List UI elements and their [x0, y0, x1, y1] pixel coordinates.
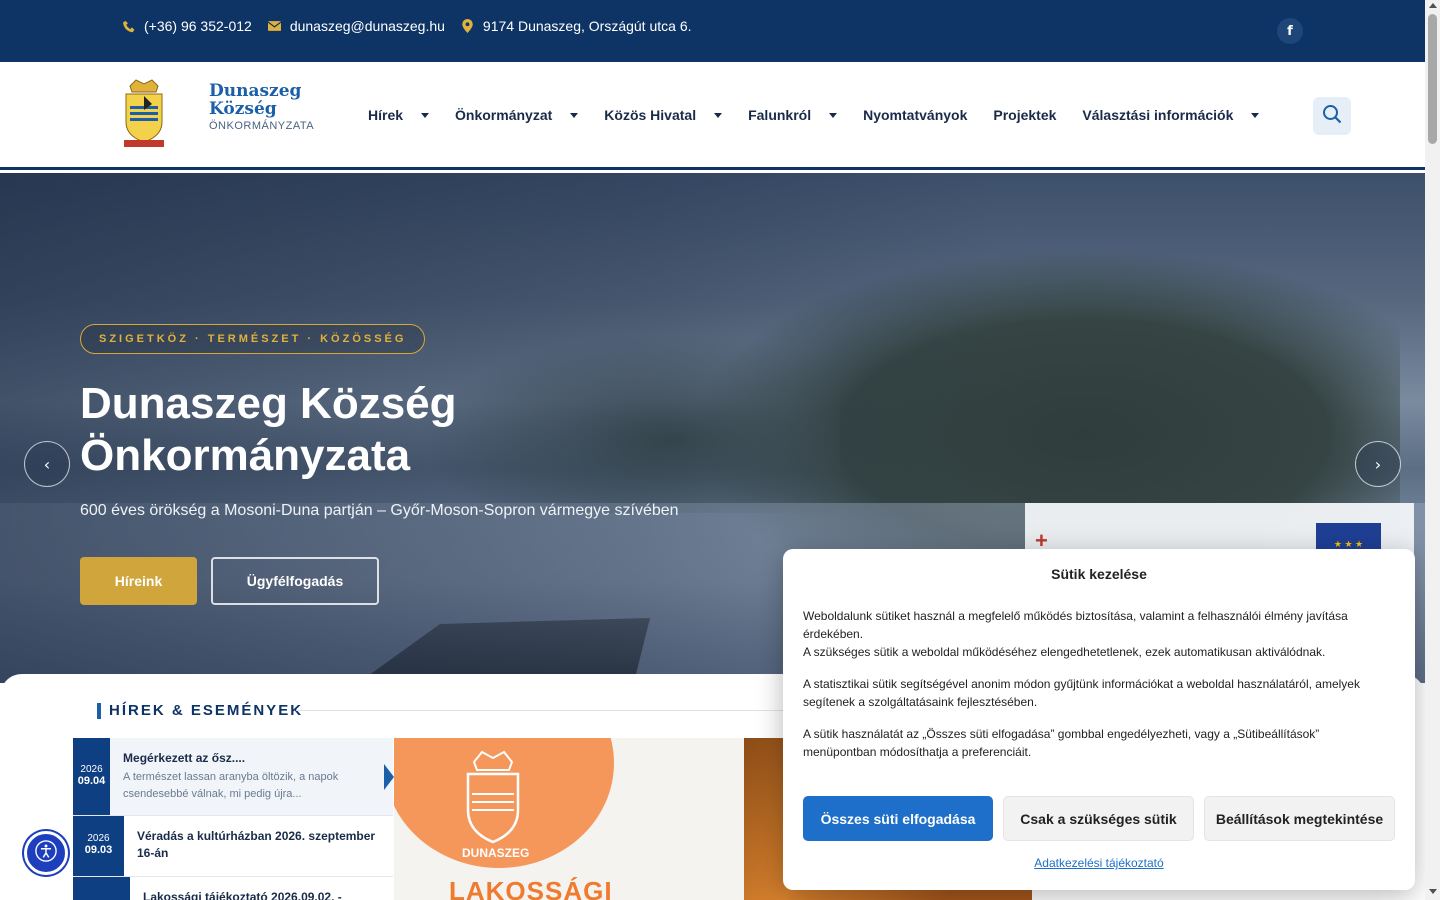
nav-item-kozos-hivatal[interactable]: Közös Hivatal — [604, 107, 723, 123]
brand-line2: Község — [209, 99, 277, 119]
caret-down-icon — [829, 112, 838, 118]
cookie-text-1: Weboldalunk sütiket használ a megfelelő … — [803, 609, 1348, 641]
nav-item-hirek[interactable]: Hírek — [368, 107, 430, 123]
necessary-cookies-button[interactable]: Csak a szükséges sütik — [1003, 796, 1194, 841]
news-list-item[interactable]: 2026 09.04 Megérkezett az ősz.... A term… — [73, 738, 393, 816]
nav-label: Projektek — [993, 107, 1057, 123]
nav-item-onkormanyzat[interactable]: Önkormányzat — [455, 107, 579, 123]
cookie-consent-dialog: Sütik kezelése Weboldalunk sütiket haszn… — [783, 549, 1415, 890]
facebook-icon[interactable]: f — [1277, 18, 1303, 44]
contact-info: (+36) 96 352-012 dunaszeg@dunaszeg.hu 91… — [122, 18, 692, 34]
news-date — [73, 877, 130, 900]
accessibility-icon — [35, 839, 57, 867]
news-title: Lakossági tájékoztató 2026.09.02. - — [143, 890, 342, 900]
search-icon — [1322, 104, 1342, 129]
coat-of-arms-icon — [462, 748, 524, 848]
news-list-item[interactable]: Lakossági tájékoztató 2026.09.02. - — [73, 877, 393, 900]
news-day: 09.04 — [77, 775, 106, 787]
cookie-text-3: A sütik használatát az „Összes süti elfo… — [803, 727, 1320, 759]
phone-icon — [122, 20, 136, 33]
coat-of-arms-logo[interactable] — [122, 78, 166, 148]
cookie-text-1b: A szükséges sütik a weboldal működéséhez… — [803, 645, 1326, 659]
cookie-text-2: A statisztikai sütik segítségével anonim… — [803, 677, 1360, 709]
news-title: Megérkezett az ősz.... — [123, 751, 246, 765]
news-list-item[interactable]: 2026 09.03 Véradás a kultúrházban 2026. … — [73, 816, 393, 877]
caret-down-icon — [1251, 112, 1260, 118]
nav-label: Nyomtatványok — [863, 107, 968, 123]
scroll-up-icon[interactable] — [1429, 3, 1437, 8]
news-list: 2026 09.04 Megérkezett az ősz.... A term… — [73, 738, 393, 900]
map-pin-icon — [461, 19, 475, 33]
hero-subtitle: 600 éves örökség a Mosoni-Duna partján –… — [80, 502, 679, 519]
nav-label: Közös Hivatal — [604, 107, 697, 123]
top-bar: (+36) 96 352-012 dunaszeg@dunaszeg.hu 91… — [0, 0, 1425, 62]
nav-label: Hírek — [368, 107, 404, 123]
card-brand-text: DUNASZEG — [462, 846, 530, 860]
news-button[interactable]: Híreink — [80, 557, 197, 605]
news-title: Véradás a kultúrházban 2026. szeptember … — [136, 829, 376, 860]
cookie-title: Sütik kezelése — [1051, 566, 1147, 582]
envelope-icon — [268, 21, 282, 31]
chevron-right-icon: › — [1374, 454, 1382, 474]
chevron-left-icon: ‹ — [43, 454, 51, 474]
nav-label: Választási információk — [1082, 107, 1234, 123]
cookie-body: Weboldalunk sütiket használ a megfelelő … — [803, 607, 1363, 775]
nav-item-projektek[interactable]: Projektek — [993, 107, 1056, 123]
news-date: 2026 09.04 — [73, 738, 111, 815]
brand-line3: ÖNKORMÁNYZATA — [209, 120, 315, 132]
email-text: dunaszeg@dunaszeg.hu — [289, 18, 445, 34]
search-button[interactable] — [1313, 97, 1351, 135]
scroll-down-icon[interactable] — [1429, 889, 1437, 894]
nav-item-valasztasi[interactable]: Választási információk — [1082, 107, 1260, 123]
news-year: 2026 — [87, 833, 110, 844]
news-heading-text: HÍREK & ESEMÉNYEK — [109, 702, 304, 719]
heading-divider — [296, 710, 796, 711]
caret-down-icon — [714, 112, 723, 118]
address-link[interactable]: 9174 Dunaszeg, Országút utca 6. — [461, 18, 692, 34]
caret-down-icon — [570, 112, 579, 118]
accept-all-cookies-button[interactable]: Összes süti elfogadása — [803, 796, 993, 841]
nav-item-nyomtatvanyok[interactable]: Nyomtatványok — [863, 107, 967, 123]
brand-line1: Dunaszeg — [209, 81, 302, 101]
slider-prev-button[interactable]: ‹ — [24, 441, 70, 487]
nav-item-falunkrol[interactable]: Falunkról — [748, 107, 838, 123]
news-heading: HÍREK & ESEMÉNYEK — [97, 702, 303, 719]
news-year: 2026 — [80, 764, 103, 775]
card-title-text: LAKOSSÁGI — [449, 876, 613, 900]
page-scrollbar[interactable] — [1425, 0, 1440, 900]
cookie-settings-button[interactable]: Beállítások megtekintése — [1204, 796, 1395, 841]
office-hours-button[interactable]: Ügyfélfogadás — [211, 557, 379, 605]
scrollbar-thumb[interactable] — [1428, 14, 1437, 144]
nav-label: Falunkról — [748, 107, 812, 123]
address-text: 9174 Dunaszeg, Országút utca 6. — [482, 18, 692, 34]
email-link[interactable]: dunaszeg@dunaszeg.hu — [268, 18, 445, 34]
phone-text: (+36) 96 352-012 — [144, 18, 252, 34]
news-day: 09.03 — [84, 844, 113, 856]
site-header: Dunaszeg Község ÖNKORMÁNYZATA Hírek Önko… — [0, 62, 1425, 170]
phone-link[interactable]: (+36) 96 352-012 — [122, 18, 252, 34]
hero-title: Dunaszeg Község Önkormányzata — [80, 379, 457, 480]
news-card-image[interactable]: DUNASZEG LAKOSSÁGI — [394, 738, 744, 900]
main-nav: Hírek Önkormányzat Közös Hivatal Falunkr… — [368, 107, 1260, 123]
caret-down-icon — [421, 112, 430, 118]
accessibility-button[interactable] — [24, 831, 68, 875]
hero-tagline: SZIGETKÖZ · TERMÉSZET · KÖZÖSSÉG — [80, 324, 426, 354]
news-date: 2026 09.03 — [73, 816, 124, 876]
site-brand[interactable]: Dunaszeg Község ÖNKORMÁNYZATA — [209, 82, 314, 132]
heading-accent-bar — [97, 702, 101, 719]
privacy-policy-link[interactable]: Adatkezelési tájékoztató — [783, 856, 1415, 870]
nav-label: Önkormányzat — [455, 107, 553, 123]
slider-next-button[interactable]: › — [1355, 441, 1401, 487]
active-item-pointer — [384, 764, 394, 790]
news-excerpt: A természet lassan aranyba öltözik, a na… — [123, 771, 339, 800]
